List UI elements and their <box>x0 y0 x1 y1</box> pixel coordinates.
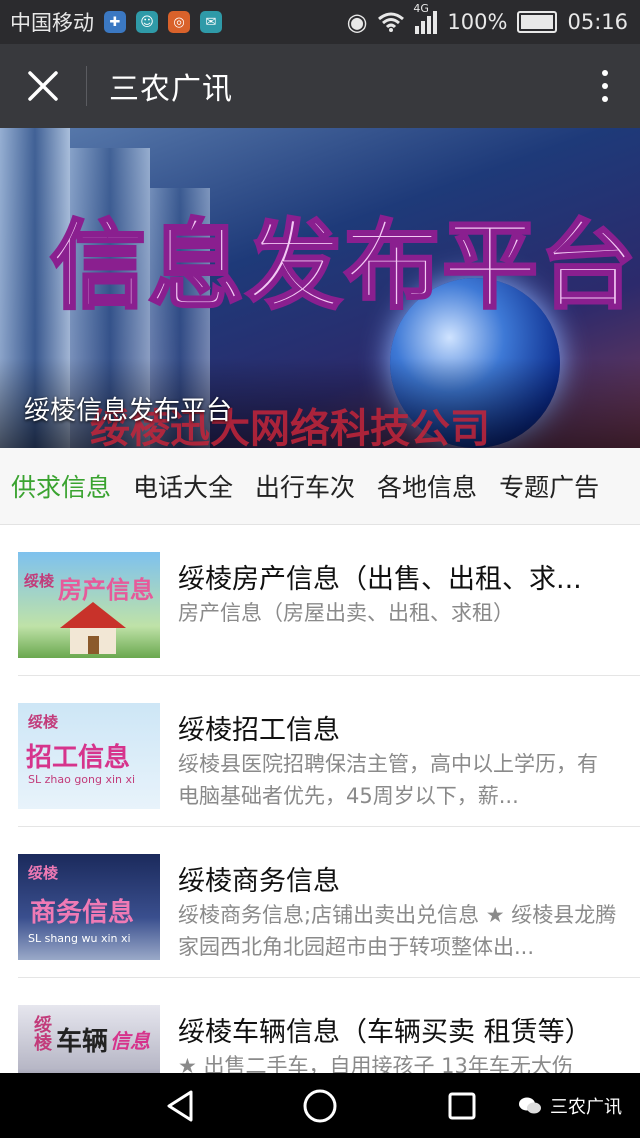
list-item[interactable]: 绥棱 房产信息 绥棱房产信息（出售、出租、求... 房产信息（房屋出卖、出租、求… <box>18 525 640 676</box>
watermark: 三农广讯 <box>518 1073 622 1138</box>
list-item[interactable]: 绥棱 商务信息 SL shang wu xin xi 绥棱商务信息 绥棱商务信息… <box>18 827 640 978</box>
article-title: 绥棱房产信息（出售、出租、求... <box>178 564 582 595</box>
banner-carousel[interactable]: 信息发布平台 绥棱迅大网络科技公司 绥棱信息发布平台 <box>0 128 640 448</box>
network-label: 4G <box>413 2 429 15</box>
article-thumbnail: 绥棱 商务信息 SL shang wu xin xi <box>18 854 160 960</box>
article-thumbnail: 绥棱 招工信息 SL zhao gong xin xi <box>18 703 160 809</box>
recents-icon <box>448 1092 476 1119</box>
article-desc: 房产信息（房屋出卖、出租、求租） <box>178 601 514 625</box>
close-button[interactable] <box>0 44 86 128</box>
back-icon <box>167 1090 193 1121</box>
article-title: 绥棱车辆信息（车辆买卖 租赁等） <box>178 1017 592 1048</box>
clock: 05:16 <box>567 10 628 34</box>
more-vert-icon <box>602 70 608 76</box>
watermark-text: 三农广讯 <box>550 1096 622 1118</box>
category-tabs: 供求信息 电话大全 出行车次 各地信息 专题广告 <box>0 448 640 525</box>
article-thumbnail: 绥棱 房产信息 <box>18 552 160 658</box>
close-icon <box>28 71 58 101</box>
tab-special-ads[interactable]: 专题广告 <box>488 468 610 504</box>
tab-phone-directory[interactable]: 电话大全 <box>122 468 244 504</box>
article-desc: 绥棱商务信息;店铺出卖出兑信息 ★ 绥棱县龙腾家园西北角北园超市由于转项整体出.… <box>178 903 617 959</box>
home-button[interactable] <box>290 1073 350 1138</box>
mail-icon: ✉ <box>200 11 222 33</box>
app-notification-icon: ◎ <box>168 11 190 33</box>
house-icon <box>60 602 126 654</box>
article-desc: 绥棱县医院招聘保洁主管，高中以上学历，有电脑基础者优先，45周岁以下，薪... <box>178 752 598 808</box>
title-bar: 三农广讯 <box>0 44 640 128</box>
more-options-button[interactable] <box>570 44 640 128</box>
article-title: 绥棱招工信息 <box>178 715 340 746</box>
banner-headline: 信息发布平台 <box>49 209 638 324</box>
recents-button[interactable] <box>432 1073 492 1138</box>
list-item[interactable]: 绥棱 招工信息 SL zhao gong xin xi 绥棱招工信息 绥棱县医院… <box>18 676 640 827</box>
wechat-icon <box>519 1097 541 1113</box>
carrier-label: 中国移动 <box>10 11 94 35</box>
tab-supply-demand[interactable]: 供求信息 <box>0 468 122 504</box>
signal-icon: 4G <box>413 2 438 34</box>
page-title: 三农广讯 <box>109 72 233 107</box>
title-divider <box>86 66 87 106</box>
status-bar: 中国移动 ✚ ☺ ◎ ✉ ◉ 4G 100% 05:16 <box>0 0 640 44</box>
app-notification-icon: ✚ <box>104 11 126 33</box>
battery-icon <box>517 11 558 33</box>
tab-local-info[interactable]: 各地信息 <box>366 468 488 504</box>
banner-caption: 绥棱信息发布平台 <box>24 396 233 426</box>
article-title: 绥棱商务信息 <box>178 866 340 897</box>
eye-icon: ◉ <box>346 8 368 36</box>
wifi-icon <box>378 12 405 32</box>
battery-percent: 100% <box>447 10 508 34</box>
tab-travel-schedule[interactable]: 出行车次 <box>244 468 366 504</box>
app-notification-icon: ☺ <box>136 11 158 33</box>
home-icon <box>303 1089 337 1122</box>
back-button[interactable] <box>150 1073 210 1138</box>
